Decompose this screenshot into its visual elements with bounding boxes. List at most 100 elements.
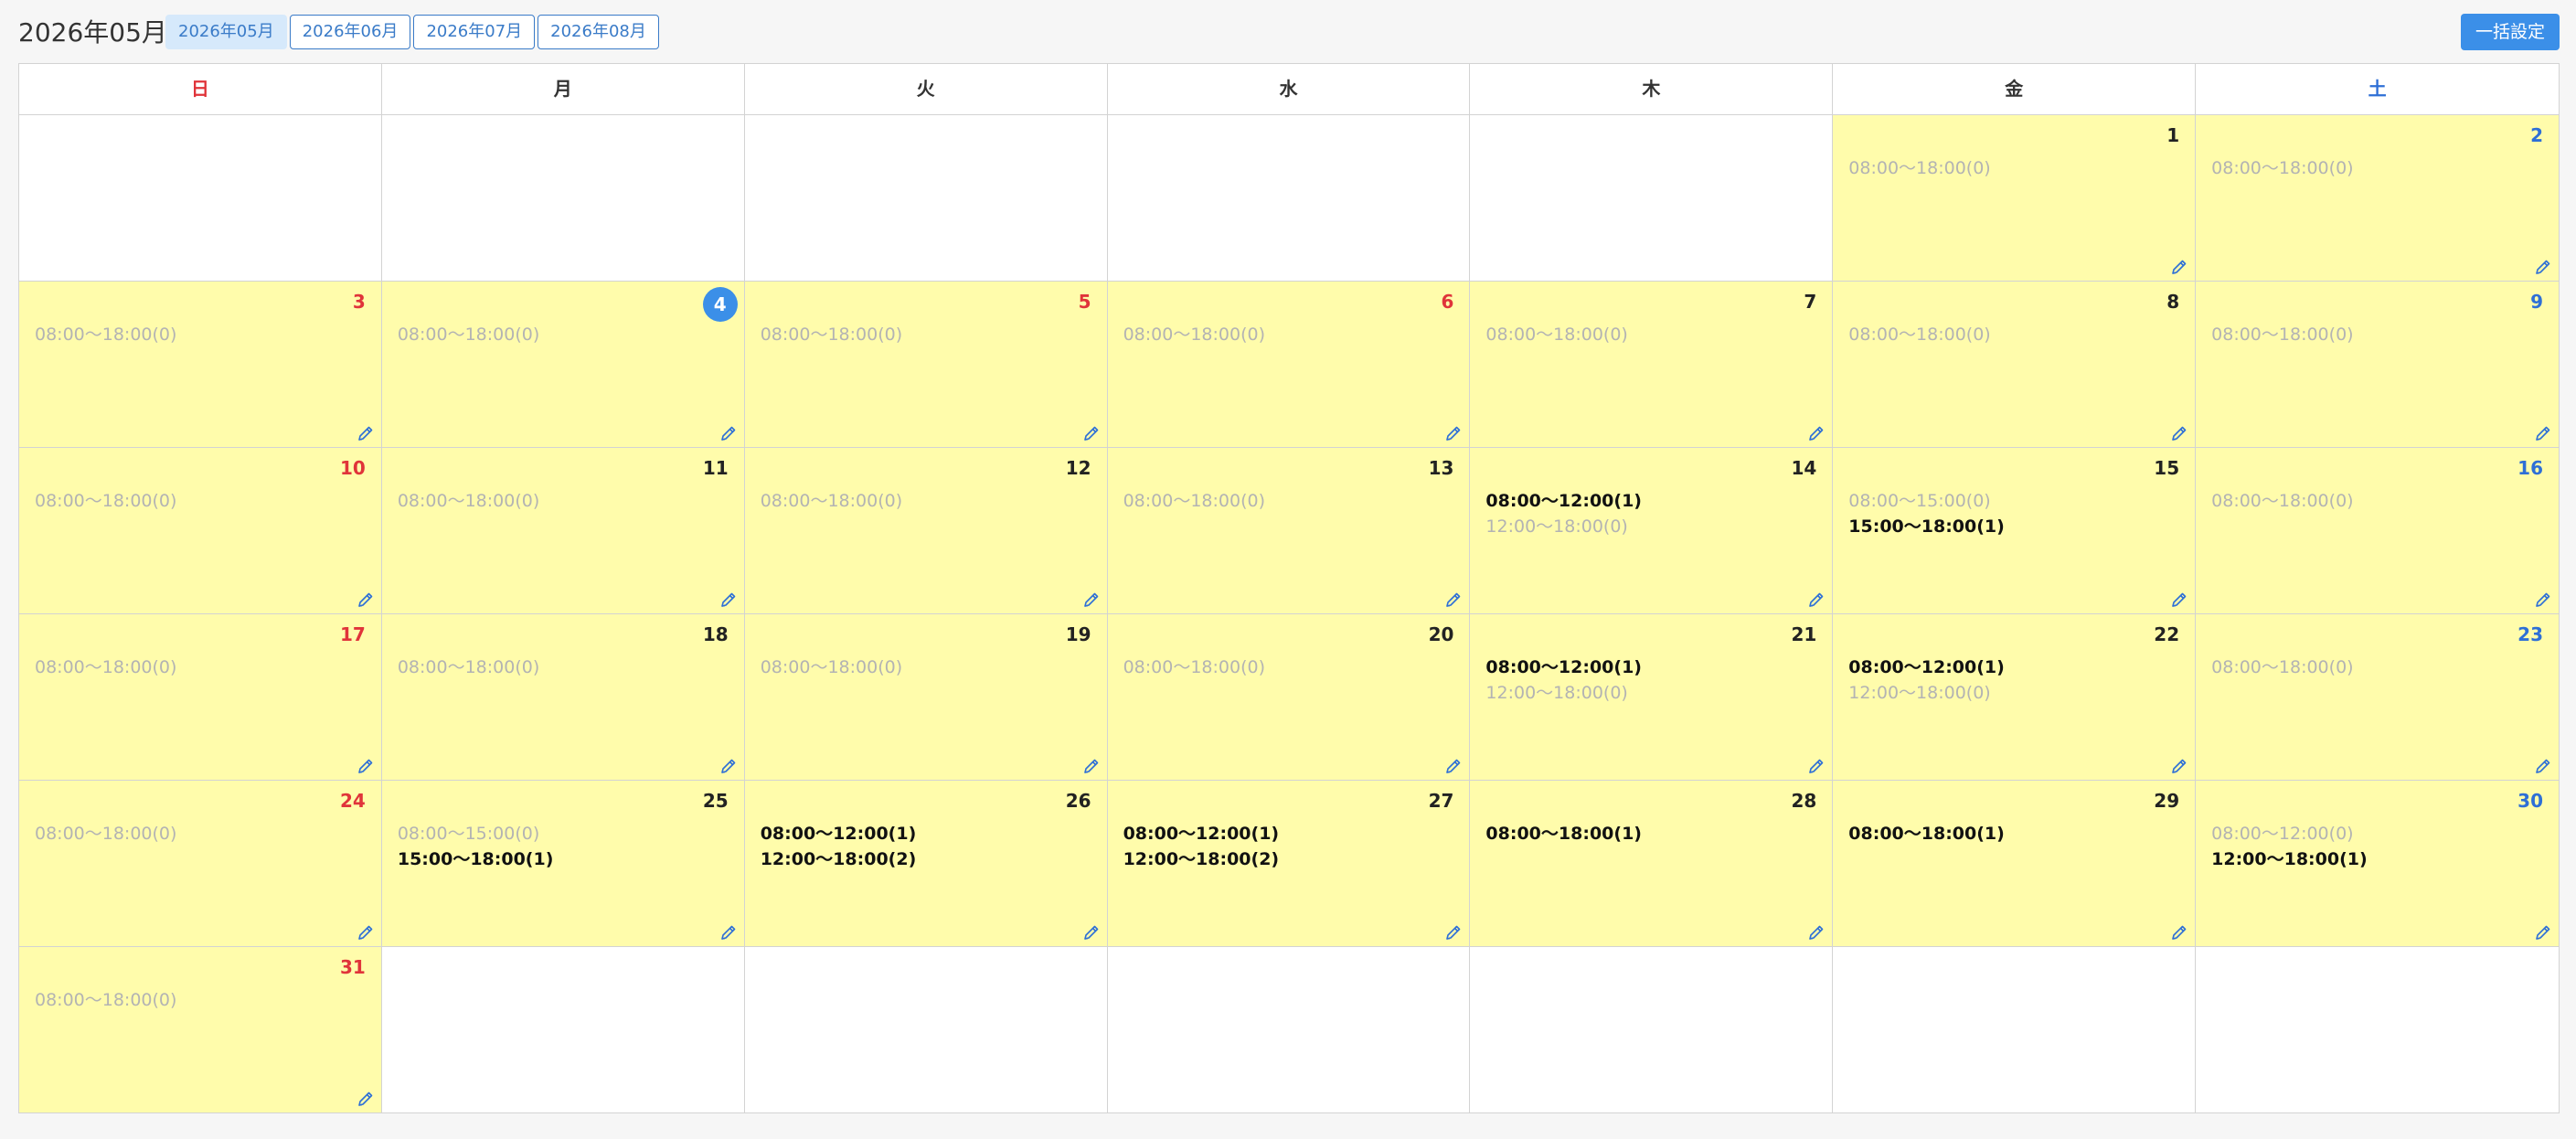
day-cell[interactable]: 12 08:00〜18:00(0) <box>744 448 1108 613</box>
pencil-icon[interactable] <box>2534 923 2552 942</box>
pencil-icon[interactable] <box>1807 424 1826 442</box>
pencil-icon[interactable] <box>2534 757 2552 775</box>
day-cell[interactable]: 2 08:00〜18:00(0) <box>2196 115 2559 281</box>
day-cell[interactable]: 28 08:00〜18:00(1) <box>1470 781 1834 946</box>
time-slot-list: 08:00〜18:00(0) <box>35 987 176 1013</box>
day-cell[interactable]: 7 08:00〜18:00(0) <box>1470 282 1834 447</box>
pencil-icon[interactable] <box>357 757 375 775</box>
day-number: 13 <box>1428 457 1454 479</box>
tab-month-4[interactable]: 2026年08月 <box>538 15 659 49</box>
calendar-week-row: 17 08:00〜18:00(0) 18 08:00〜18:00(0) 19 08:00〜… <box>19 614 2559 781</box>
day-number: 5 <box>1078 291 1091 313</box>
day-number: 10 <box>340 457 366 479</box>
day-cell[interactable]: 13 08:00〜18:00(0) <box>1107 448 1471 613</box>
pencil-icon[interactable] <box>357 591 375 609</box>
time-slot: 08:00〜18:00(0) <box>1848 158 1991 178</box>
pencil-icon[interactable] <box>2170 258 2188 276</box>
day-cell[interactable]: 3 08:00〜18:00(0) <box>19 282 382 447</box>
day-cell[interactable]: 26 08:00〜12:00(1) 12:00〜18:00(2) <box>744 781 1108 946</box>
day-cell[interactable]: 15 08:00〜15:00(0) 15:00〜18:00(1) <box>1833 448 2197 613</box>
empty-day-cell <box>744 115 1108 281</box>
pencil-icon[interactable] <box>2170 757 2188 775</box>
day-number: 6 <box>1441 291 1454 313</box>
pencil-icon[interactable] <box>1082 757 1101 775</box>
pencil-icon[interactable] <box>2534 424 2552 442</box>
pencil-icon[interactable] <box>357 424 375 442</box>
time-slot-booked: 08:00〜12:00(1) <box>1485 491 1642 511</box>
weekday-monday: 月 <box>382 64 745 114</box>
pencil-icon[interactable] <box>1444 923 1463 942</box>
pencil-icon[interactable] <box>719 923 738 942</box>
pencil-icon[interactable] <box>1082 424 1101 442</box>
day-cell[interactable]: 17 08:00〜18:00(0) <box>19 614 382 780</box>
pencil-icon[interactable] <box>2170 591 2188 609</box>
day-cell[interactable]: 9 08:00〜18:00(0) <box>2196 282 2559 447</box>
weekday-thursday: 木 <box>1470 64 1834 114</box>
pencil-icon[interactable] <box>2534 258 2552 276</box>
pencil-icon[interactable] <box>2534 591 2552 609</box>
pencil-icon[interactable] <box>1444 424 1463 442</box>
day-cell[interactable]: 8 08:00〜18:00(0) <box>1833 282 2197 447</box>
empty-day-cell <box>19 115 382 281</box>
pencil-icon[interactable] <box>1444 591 1463 609</box>
pencil-icon[interactable] <box>1082 591 1101 609</box>
weekday-header-row: 日 月 火 水 木 金 土 <box>19 64 2559 115</box>
pencil-icon[interactable] <box>1807 923 1826 942</box>
day-cell[interactable]: 22 08:00〜12:00(1) 12:00〜18:00(0) <box>1833 614 2197 780</box>
day-cell[interactable]: 4 08:00〜18:00(0) <box>381 282 745 447</box>
page-title: 2026年05月 <box>18 17 167 48</box>
empty-day-cell <box>1107 115 1471 281</box>
pencil-icon[interactable] <box>1082 923 1101 942</box>
calendar-week-row: 31 08:00〜18:00(0) <box>19 947 2559 1112</box>
pencil-icon[interactable] <box>1807 591 1826 609</box>
day-cell[interactable]: 29 08:00〜18:00(1) <box>1833 781 2197 946</box>
tab-month-1[interactable]: 2026年05月 <box>165 15 287 49</box>
pencil-icon[interactable] <box>1444 757 1463 775</box>
day-cell[interactable]: 27 08:00〜12:00(1) 12:00〜18:00(2) <box>1107 781 1471 946</box>
time-slot-list: 08:00〜18:00(1) <box>1848 821 2005 846</box>
day-cell[interactable]: 24 08:00〜18:00(0) <box>19 781 382 946</box>
tab-month-2[interactable]: 2026年06月 <box>289 15 411 49</box>
day-cell[interactable]: 31 08:00〜18:00(0) <box>19 947 382 1112</box>
day-cell[interactable]: 30 08:00〜12:00(0) 12:00〜18:00(1) <box>2196 781 2559 946</box>
time-slot-list: 08:00〜15:00(0) 15:00〜18:00(1) <box>1848 488 2005 539</box>
time-slot-list: 08:00〜18:00(0) <box>2211 155 2353 181</box>
day-cell[interactable]: 19 08:00〜18:00(0) <box>744 614 1108 780</box>
pencil-icon[interactable] <box>2170 424 2188 442</box>
day-number: 27 <box>1428 790 1454 812</box>
time-slot: 08:00〜18:00(0) <box>397 657 540 677</box>
day-cell[interactable]: 1 08:00〜18:00(0) <box>1833 115 2197 281</box>
pencil-icon[interactable] <box>357 923 375 942</box>
time-slot-list: 08:00〜18:00(0) <box>1848 322 1990 347</box>
pencil-icon[interactable] <box>2170 923 2188 942</box>
time-slot-list: 08:00〜15:00(0) 15:00〜18:00(1) <box>398 821 554 872</box>
time-slot-list: 08:00〜18:00(0) <box>2211 488 2353 514</box>
day-cell[interactable]: 21 08:00〜12:00(1) 12:00〜18:00(0) <box>1470 614 1834 780</box>
pencil-icon[interactable] <box>719 757 738 775</box>
pencil-icon[interactable] <box>357 1090 375 1108</box>
day-cell[interactable]: 6 08:00〜18:00(0) <box>1107 282 1471 447</box>
pencil-icon[interactable] <box>719 424 738 442</box>
time-slot: 08:00〜18:00(0) <box>35 657 177 677</box>
day-number: 15 <box>2154 457 2180 479</box>
day-cell[interactable]: 25 08:00〜15:00(0) 15:00〜18:00(1) <box>381 781 745 946</box>
day-cell[interactable]: 20 08:00〜18:00(0) <box>1107 614 1471 780</box>
time-slot: 08:00〜18:00(0) <box>760 657 903 677</box>
day-cell[interactable]: 11 08:00〜18:00(0) <box>381 448 745 613</box>
day-cell[interactable]: 5 08:00〜18:00(0) <box>744 282 1108 447</box>
pencil-icon[interactable] <box>1807 757 1826 775</box>
day-cell[interactable]: 18 08:00〜18:00(0) <box>381 614 745 780</box>
time-slot-list: 08:00〜18:00(0) <box>761 488 902 514</box>
tab-month-3[interactable]: 2026年07月 <box>413 15 536 49</box>
pencil-icon[interactable] <box>719 591 738 609</box>
time-slot-booked: 12:00〜18:00(2) <box>1123 849 1280 869</box>
day-number: 19 <box>1065 623 1091 645</box>
day-cell[interactable]: 16 08:00〜18:00(0) <box>2196 448 2559 613</box>
day-cell[interactable]: 10 08:00〜18:00(0) <box>19 448 382 613</box>
time-slot-list: 08:00〜12:00(1) 12:00〜18:00(0) <box>1485 488 1642 539</box>
bulk-settings-button[interactable]: 一括設定 <box>2460 14 2560 50</box>
weekday-tuesday: 火 <box>745 64 1108 114</box>
day-cell[interactable]: 14 08:00〜12:00(1) 12:00〜18:00(0) <box>1470 448 1834 613</box>
empty-day-cell <box>381 947 745 1112</box>
day-cell[interactable]: 23 08:00〜18:00(0) <box>2196 614 2559 780</box>
